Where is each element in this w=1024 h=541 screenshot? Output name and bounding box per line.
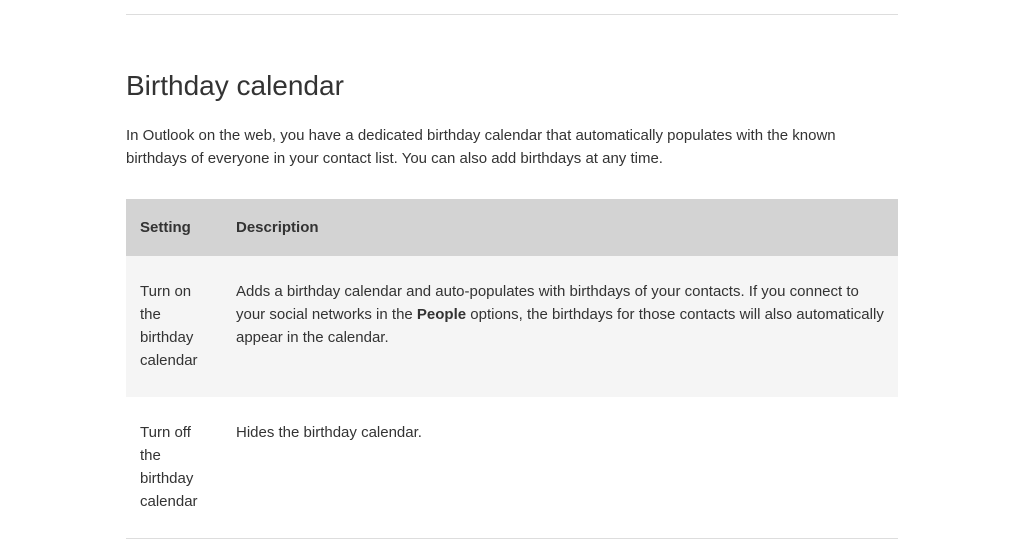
section-intro: In Outlook on the web, you have a dedica… xyxy=(126,124,898,171)
table-row: Turn on the birthday calendar Adds a bir… xyxy=(126,256,898,397)
setting-cell: Turn on the birthday calendar xyxy=(126,256,222,397)
desc-text-before: Hides the birthday calendar. xyxy=(236,424,422,441)
table-row: Turn off the birthday calendar Hides the… xyxy=(126,397,898,538)
section-heading: Birthday calendar xyxy=(126,70,898,102)
table-header-description: Description xyxy=(222,199,898,256)
section-divider-bottom xyxy=(126,538,898,539)
desc-bold-term: People xyxy=(417,306,466,323)
setting-cell: Turn off the birthday calendar xyxy=(126,397,222,538)
description-cell: Hides the birthday calendar. xyxy=(222,397,898,538)
section-divider-top xyxy=(126,14,898,15)
settings-table: Setting Description Turn on the birthday… xyxy=(126,199,898,538)
table-header-setting: Setting xyxy=(126,199,222,256)
description-cell: Adds a birthday calendar and auto-popula… xyxy=(222,256,898,397)
